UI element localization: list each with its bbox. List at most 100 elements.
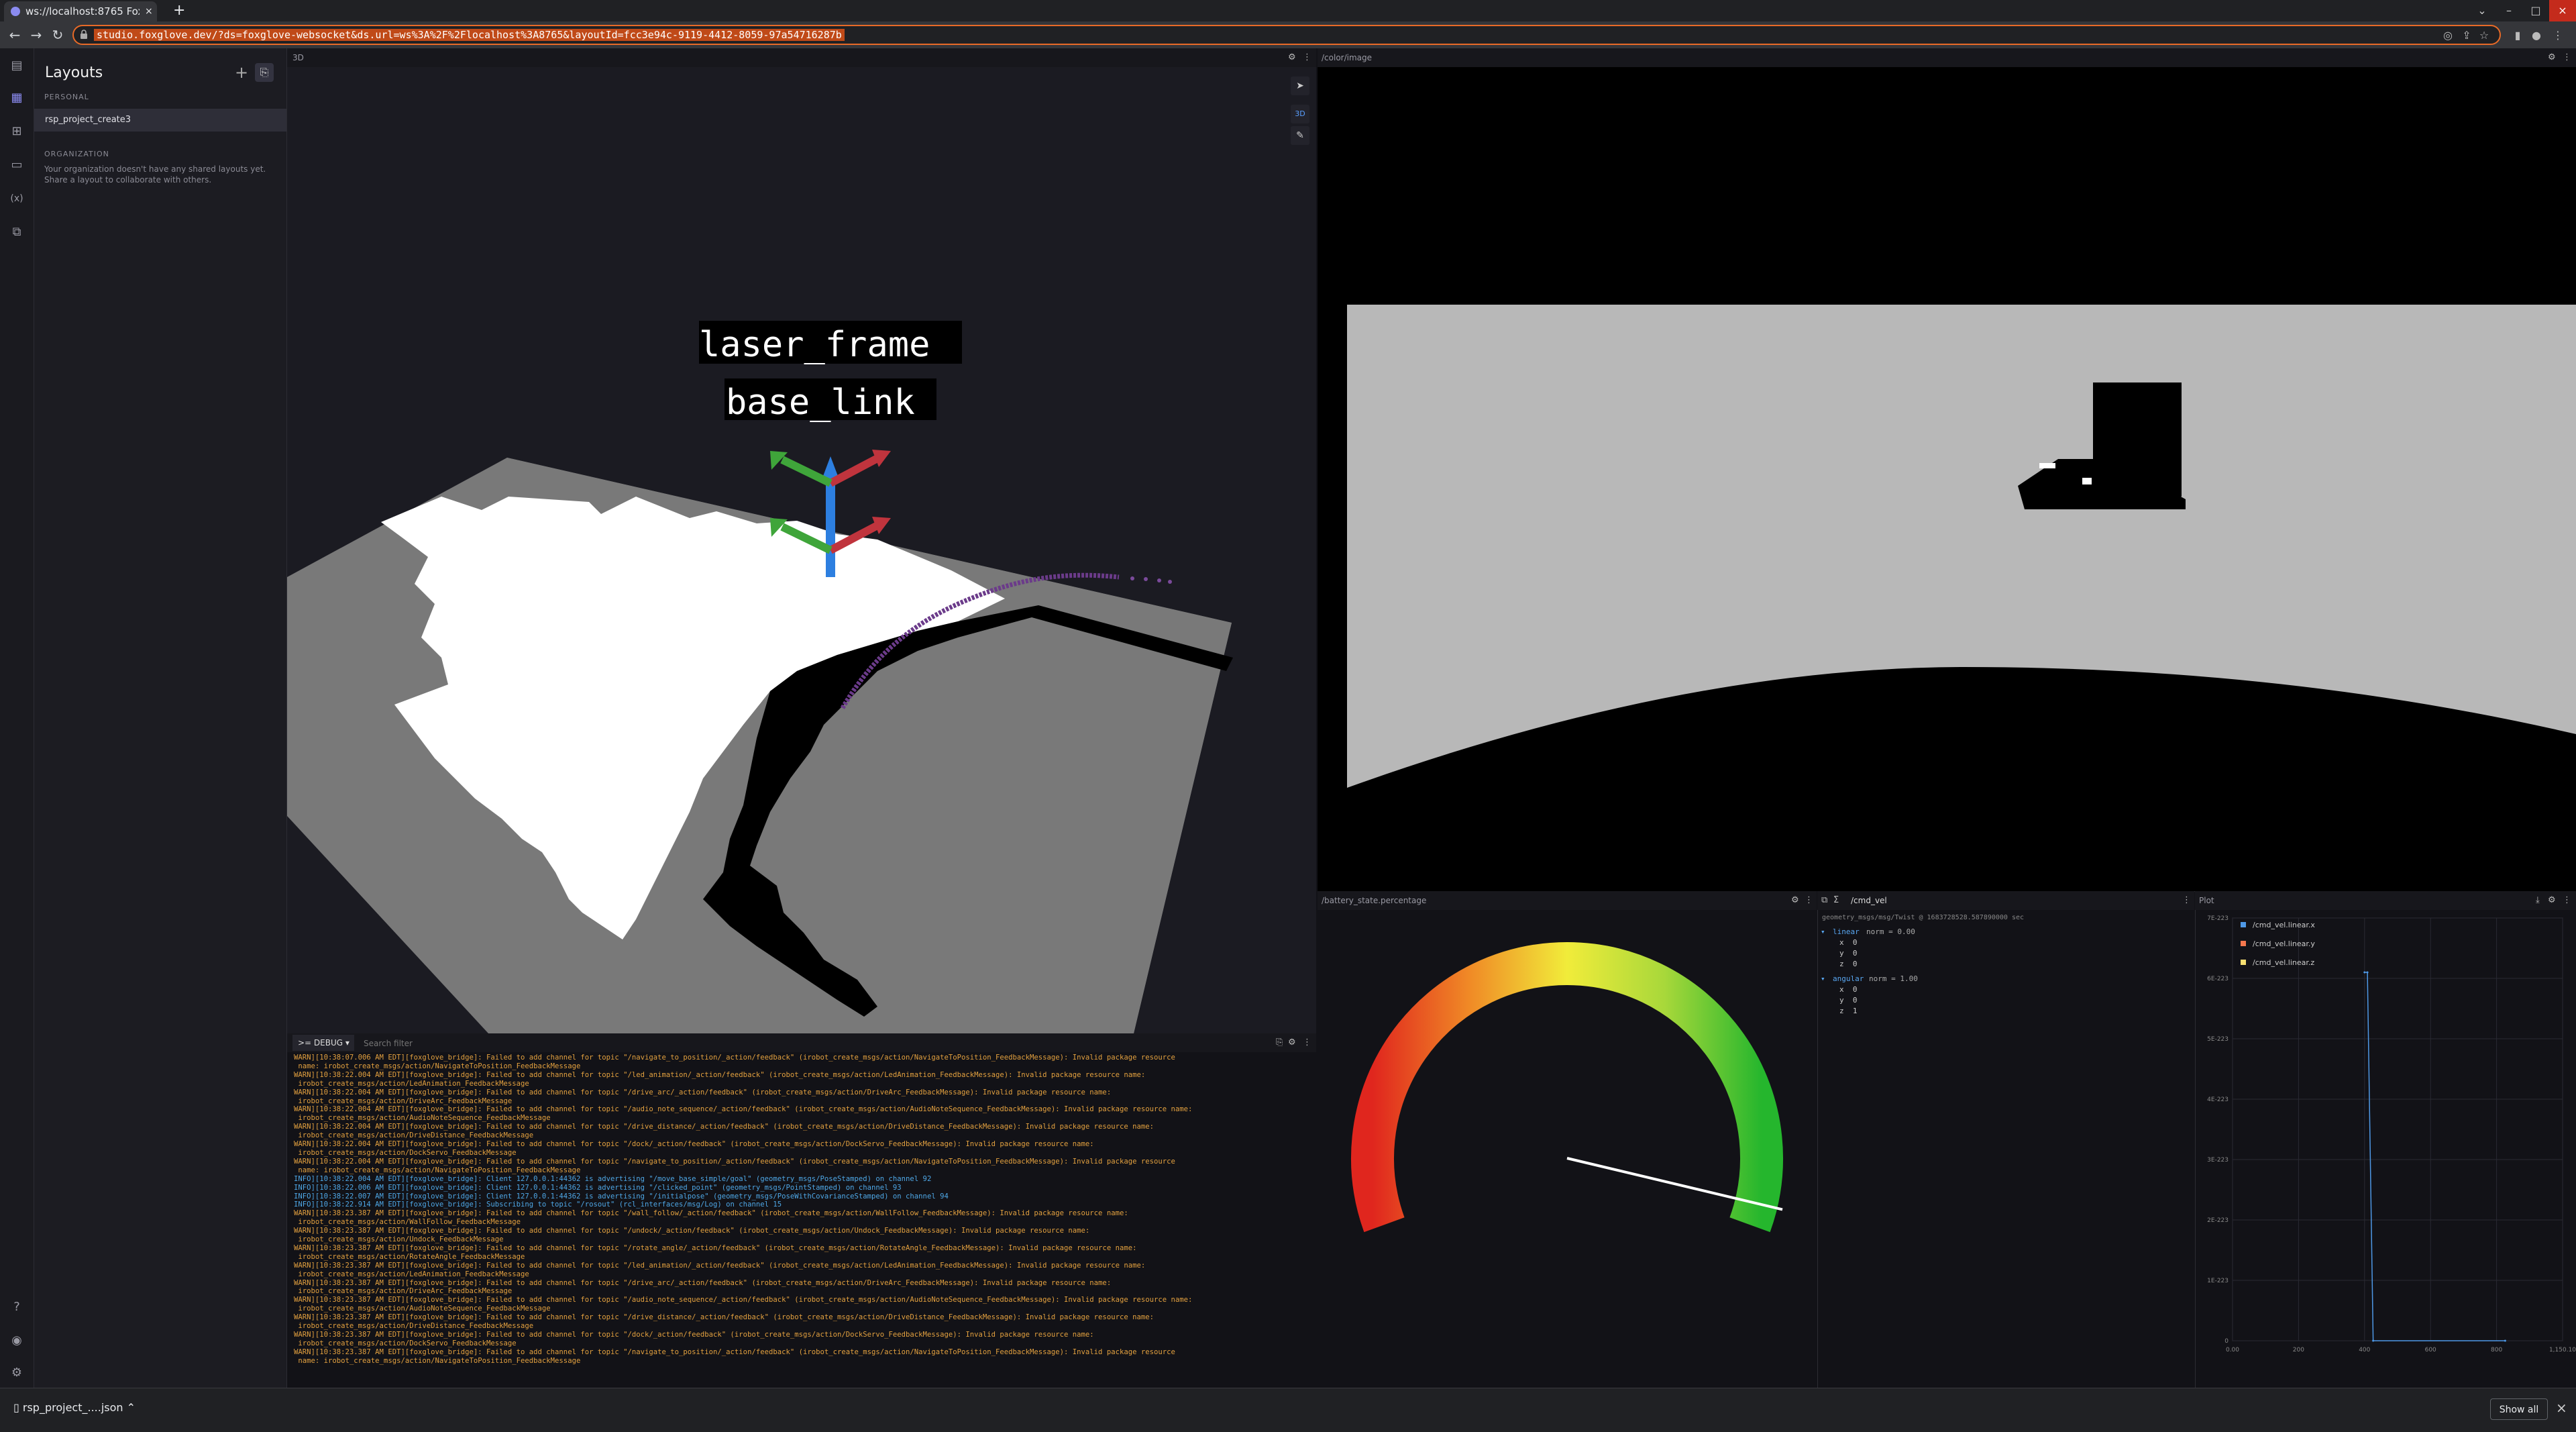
- panel-settings-icon[interactable]: ⚙: [2548, 895, 2556, 905]
- plot-chart[interactable]: 7E-223 6E-223 5E-223 4E-223 3E-223 2E-223 1E-2…: [2195, 910, 2576, 1388]
- panel-menu-icon[interactable]: ⋮: [2182, 895, 2191, 905]
- plot-panel-header: Plot ⤓ ⚙ ⋮: [2195, 891, 2576, 910]
- log-line: WARN][10:38:23.387 AM EDT][foxglove_brid…: [294, 1331, 1094, 1339]
- show-all-downloads-button[interactable]: Show all: [2490, 1398, 2548, 1420]
- log-line: WARN][10:38:23.387 AM EDT][foxglove_brid…: [294, 1243, 1137, 1252]
- log-level-select[interactable]: >= DEBUG ▾: [292, 1035, 354, 1051]
- data-source-icon[interactable]: ▤: [9, 58, 25, 74]
- log-line: name: irobot_create_msgs/action/Navigate…: [294, 1356, 581, 1365]
- log-line: WARN][10:38:07.006 AM EDT][foxglove_brid…: [294, 1054, 1175, 1062]
- log-line: INFO][10:38:22.004 AM EDT][foxglove_brid…: [294, 1174, 932, 1183]
- panel-menu-icon[interactable]: ⋮: [1303, 52, 1311, 62]
- forward-button[interactable]: →: [25, 21, 47, 48]
- diff-icon[interactable]: ⧉: [1821, 895, 1827, 905]
- copy-logs-icon[interactable]: ⎘: [1276, 1037, 1283, 1047]
- back-button[interactable]: ←: [4, 21, 25, 48]
- log-line: INFO][10:38:22.914 AM EDT][foxglove_brid…: [294, 1200, 782, 1209]
- raw-topic-input[interactable]: /cmd_vel: [1851, 896, 1887, 905]
- layouts-title: Layouts: [45, 64, 103, 81]
- linear-y: y 0: [1839, 949, 1858, 958]
- legend-swatch: [2241, 922, 2246, 927]
- camera-image: [1347, 305, 2576, 888]
- google-lens-icon[interactable]: ◎: [2439, 27, 2457, 44]
- log-line: WARN][10:38:22.004 AM EDT][foxglove_brid…: [294, 1140, 1094, 1149]
- minimize-button[interactable]: –: [2496, 0, 2522, 21]
- select-tool-icon[interactable]: ➤: [1291, 76, 1309, 95]
- close-download-bar-button[interactable]: ×: [2556, 1400, 2567, 1416]
- linear-expand-icon[interactable]: ▾: [1821, 927, 1825, 936]
- download-item[interactable]: ▯ rsp_project_....json ⌃: [13, 1401, 136, 1414]
- log-line: WARN][10:38:22.004 AM EDT][foxglove_brid…: [294, 1088, 1112, 1096]
- 3d-view-toggle-button[interactable]: 3D: [1291, 105, 1309, 123]
- raw-messages-panel: [1817, 891, 2195, 1388]
- x-tick-label: 0.00: [2226, 1347, 2239, 1353]
- new-tab-button[interactable]: +: [173, 1, 185, 20]
- import-layout-icon[interactable]: ⎘: [255, 63, 274, 82]
- download-bar: [0, 1388, 2576, 1432]
- panel-settings-icon[interactable]: ⚙: [1791, 895, 1799, 905]
- log-line: irobot_create_msgs/action/DriveArc_Feedb…: [294, 1096, 513, 1105]
- plot-download-icon[interactable]: ⤓: [2536, 895, 2540, 905]
- plot-point: [2363, 971, 2366, 974]
- window-close-button[interactable]: ×: [2549, 0, 2576, 21]
- log-line: WARN][10:38:23.387 AM EDT][foxglove_brid…: [294, 1278, 1112, 1287]
- sum-icon[interactable]: Σ: [1833, 895, 1839, 905]
- layouts-icon[interactable]: ▦: [9, 90, 25, 106]
- profile-avatar-icon[interactable]: ●: [2528, 27, 2545, 44]
- browser-tab-bar: [0, 0, 2576, 21]
- x-tick-label: 800: [2491, 1347, 2502, 1353]
- tab-close-icon[interactable]: ×: [145, 1, 153, 21]
- log-line: irobot_create_msgs/action/DockServo_Feed…: [294, 1148, 517, 1157]
- plot-panel-title: Plot: [2199, 896, 2214, 905]
- laser-frame-label: laser_frame: [699, 325, 930, 365]
- side-panel-icon[interactable]: ▮: [2509, 27, 2526, 44]
- log-line: WARN][10:38:23.387 AM EDT][foxglove_brid…: [294, 1261, 1146, 1270]
- panel-menu-icon[interactable]: ⋮: [2563, 52, 2571, 62]
- bookmark-star-icon[interactable]: ☆: [2475, 27, 2493, 44]
- image-panel-title: /color/image: [1322, 53, 1373, 62]
- foxglove-favicon-icon: [11, 7, 20, 16]
- reload-button[interactable]: ↻: [47, 21, 68, 48]
- panel-settings-icon[interactable]: ▭: [9, 157, 25, 173]
- layout-item[interactable]: rsp_project_create3: [34, 109, 286, 132]
- browser-menu-icon[interactable]: ⋮: [2549, 27, 2567, 44]
- url-text[interactable]: studio.foxglove.dev/?ds=foxglove-websock…: [94, 29, 845, 41]
- log-search-input[interactable]: [362, 1035, 767, 1052]
- panel-menu-icon[interactable]: ⋮: [2563, 895, 2571, 905]
- add-panel-icon[interactable]: ⊞: [9, 123, 25, 140]
- plot-area: [2232, 917, 2563, 1341]
- measure-tool-icon[interactable]: ✎: [1291, 126, 1309, 145]
- panel-settings-icon[interactable]: ⚙: [2548, 52, 2556, 62]
- linear-key[interactable]: linear: [1833, 927, 1860, 936]
- base-link-label: base_link: [726, 382, 915, 423]
- share-icon[interactable]: ⇪: [2458, 27, 2475, 44]
- log-line: irobot_create_msgs/action/DriveDistance_…: [294, 1322, 534, 1331]
- log-line: WARN][10:38:22.004 AM EDT][foxglove_brid…: [294, 1123, 1154, 1131]
- add-layout-button[interactable]: +: [235, 63, 248, 82]
- 3d-scene-view[interactable]: [287, 67, 1316, 1033]
- raw-schema-line: geometry_msgs/msg/Twist @ 1683728528.587…: [1822, 914, 2025, 921]
- panel-settings-icon[interactable]: ⚙: [1288, 1037, 1296, 1047]
- account-icon[interactable]: ◉: [9, 1333, 25, 1349]
- layouts-sidebar: [34, 48, 287, 1388]
- variables-icon[interactable]: (x): [9, 191, 25, 207]
- extensions-icon[interactable]: ⧉: [9, 224, 25, 240]
- angular-expand-icon[interactable]: ▾: [1821, 974, 1825, 983]
- maximize-button[interactable]: □: [2522, 0, 2549, 21]
- log-line: name: irobot_create_msgs/action/Navigate…: [294, 1166, 581, 1174]
- lock-icon[interactable]: [79, 29, 89, 40]
- help-icon[interactable]: ?: [9, 1299, 25, 1315]
- angular-key[interactable]: angular: [1833, 974, 1864, 983]
- panel-settings-icon[interactable]: ⚙: [1288, 52, 1296, 62]
- settings-gear-icon[interactable]: ⚙: [9, 1365, 25, 1381]
- plot-point: [2504, 1339, 2506, 1342]
- log-line: irobot_create_msgs/action/LedAnimation_F…: [294, 1270, 529, 1278]
- gauge-panel-title: /battery_state.percentage: [1322, 896, 1427, 905]
- legend-swatch: [2241, 960, 2246, 965]
- download-chevron-icon[interactable]: ⌃: [123, 1401, 136, 1414]
- tab-search-chevron-icon[interactable]: ⌄: [2469, 0, 2496, 21]
- panel-menu-icon[interactable]: ⋮: [1303, 1037, 1311, 1047]
- panel-menu-icon[interactable]: ⋮: [1805, 895, 1813, 905]
- browser-tab[interactable]: ws://localhost:8765 Foxglo ×: [4, 1, 157, 21]
- organization-section-label: ORGANIZATION: [44, 150, 109, 158]
